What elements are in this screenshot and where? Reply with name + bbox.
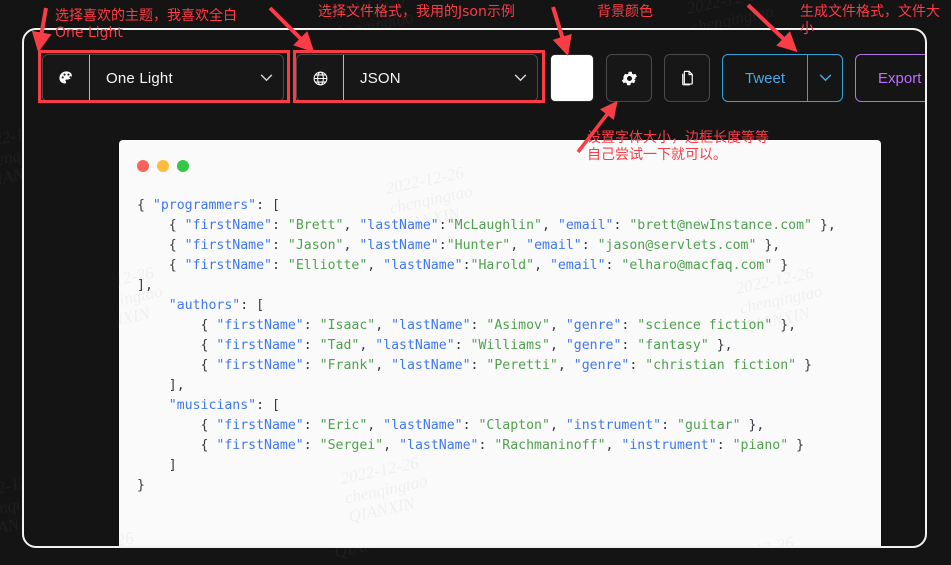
format-select-value: JSON (360, 69, 401, 87)
watermark: 2022-12-26 chenqingtao QIANXIN (714, 532, 808, 546)
export-button[interactable]: Export (855, 54, 925, 102)
screenshot-root: 2022-12-26 chenqingtao QIANXIN 2022-12-2… (0, 0, 951, 565)
gear-icon (621, 71, 637, 85)
code-preview-window[interactable]: 2022-12-26 chenqingtao QIANXIN 2022-12-2… (119, 140, 881, 546)
code-line: ] (137, 458, 177, 473)
theme-select-value: One Light (106, 69, 173, 87)
close-dot[interactable] (137, 160, 149, 172)
palette-icon (43, 55, 90, 101)
code-line: { "firstName": "Eric", "lastName": "Clap… (137, 418, 765, 433)
code-line: "musicians": [ (168, 398, 280, 413)
tweet-button[interactable]: Tweet (722, 54, 844, 102)
annotation-background-color: 背景颜色 (597, 4, 653, 20)
code-line: { "firstName": "Tad", "lastName": "Willi… (137, 338, 733, 353)
code-line: } (137, 478, 145, 493)
code-content[interactable]: { "programmers": [ { "firstName": "Brett… (137, 196, 875, 496)
annotation-export: 生成文件格式，文件大 小 (800, 4, 940, 37)
maximize-dot[interactable] (177, 160, 189, 172)
code-line: { "programmers": [ (137, 198, 280, 213)
format-select[interactable]: JSON (296, 54, 538, 102)
code-line: "authors": [ (168, 298, 265, 313)
window-controls (137, 160, 189, 172)
watermark: 2022-12-26 chenqingtao QIANXIN (119, 527, 148, 546)
minimize-dot[interactable] (157, 160, 169, 172)
code-line: ], (137, 278, 153, 293)
chevron-down-icon[interactable] (807, 55, 842, 101)
app-window: One Light JSON Tweet Export {"programme… (22, 28, 927, 548)
annotation-settings: 设置字体大小，边框长度等等 自己尝试一下就可以。 (587, 130, 769, 163)
code-line: { "firstName": "Elliotte", "lastName":"H… (137, 258, 789, 273)
globe-icon (297, 55, 344, 101)
settings-button[interactable] (606, 54, 652, 102)
toolbar: One Light JSON Tweet Export (42, 54, 925, 102)
code-line: { "firstName": "Frank", "lastName": "Per… (137, 358, 812, 373)
theme-select[interactable]: One Light (42, 54, 284, 102)
duplicate-button[interactable] (664, 54, 710, 102)
chevron-down-icon[interactable] (249, 74, 283, 82)
chevron-down-icon[interactable] (503, 74, 537, 82)
code-line: { "firstName": "Isaac", "lastName": "Asi… (137, 318, 797, 333)
annotation-theme: 选择喜欢的主题，我喜欢全白 One Light (55, 8, 237, 41)
export-button-label: Export (878, 69, 922, 87)
tweet-button-label: Tweet (745, 69, 786, 87)
annotation-file-format: 选择文件格式，我用的Json示例 (318, 4, 515, 20)
code-line: { "firstName": "Sergei", "lastName": "Ra… (137, 438, 805, 453)
file-copy-icon (681, 70, 693, 85)
background-color-swatch[interactable] (550, 54, 594, 102)
code-line: ], (137, 378, 185, 393)
code-line: { "firstName": "Jason", "lastName":"Hunt… (137, 238, 781, 253)
code-line: { "firstName": "Brett", "lastName":"McLa… (137, 218, 836, 233)
